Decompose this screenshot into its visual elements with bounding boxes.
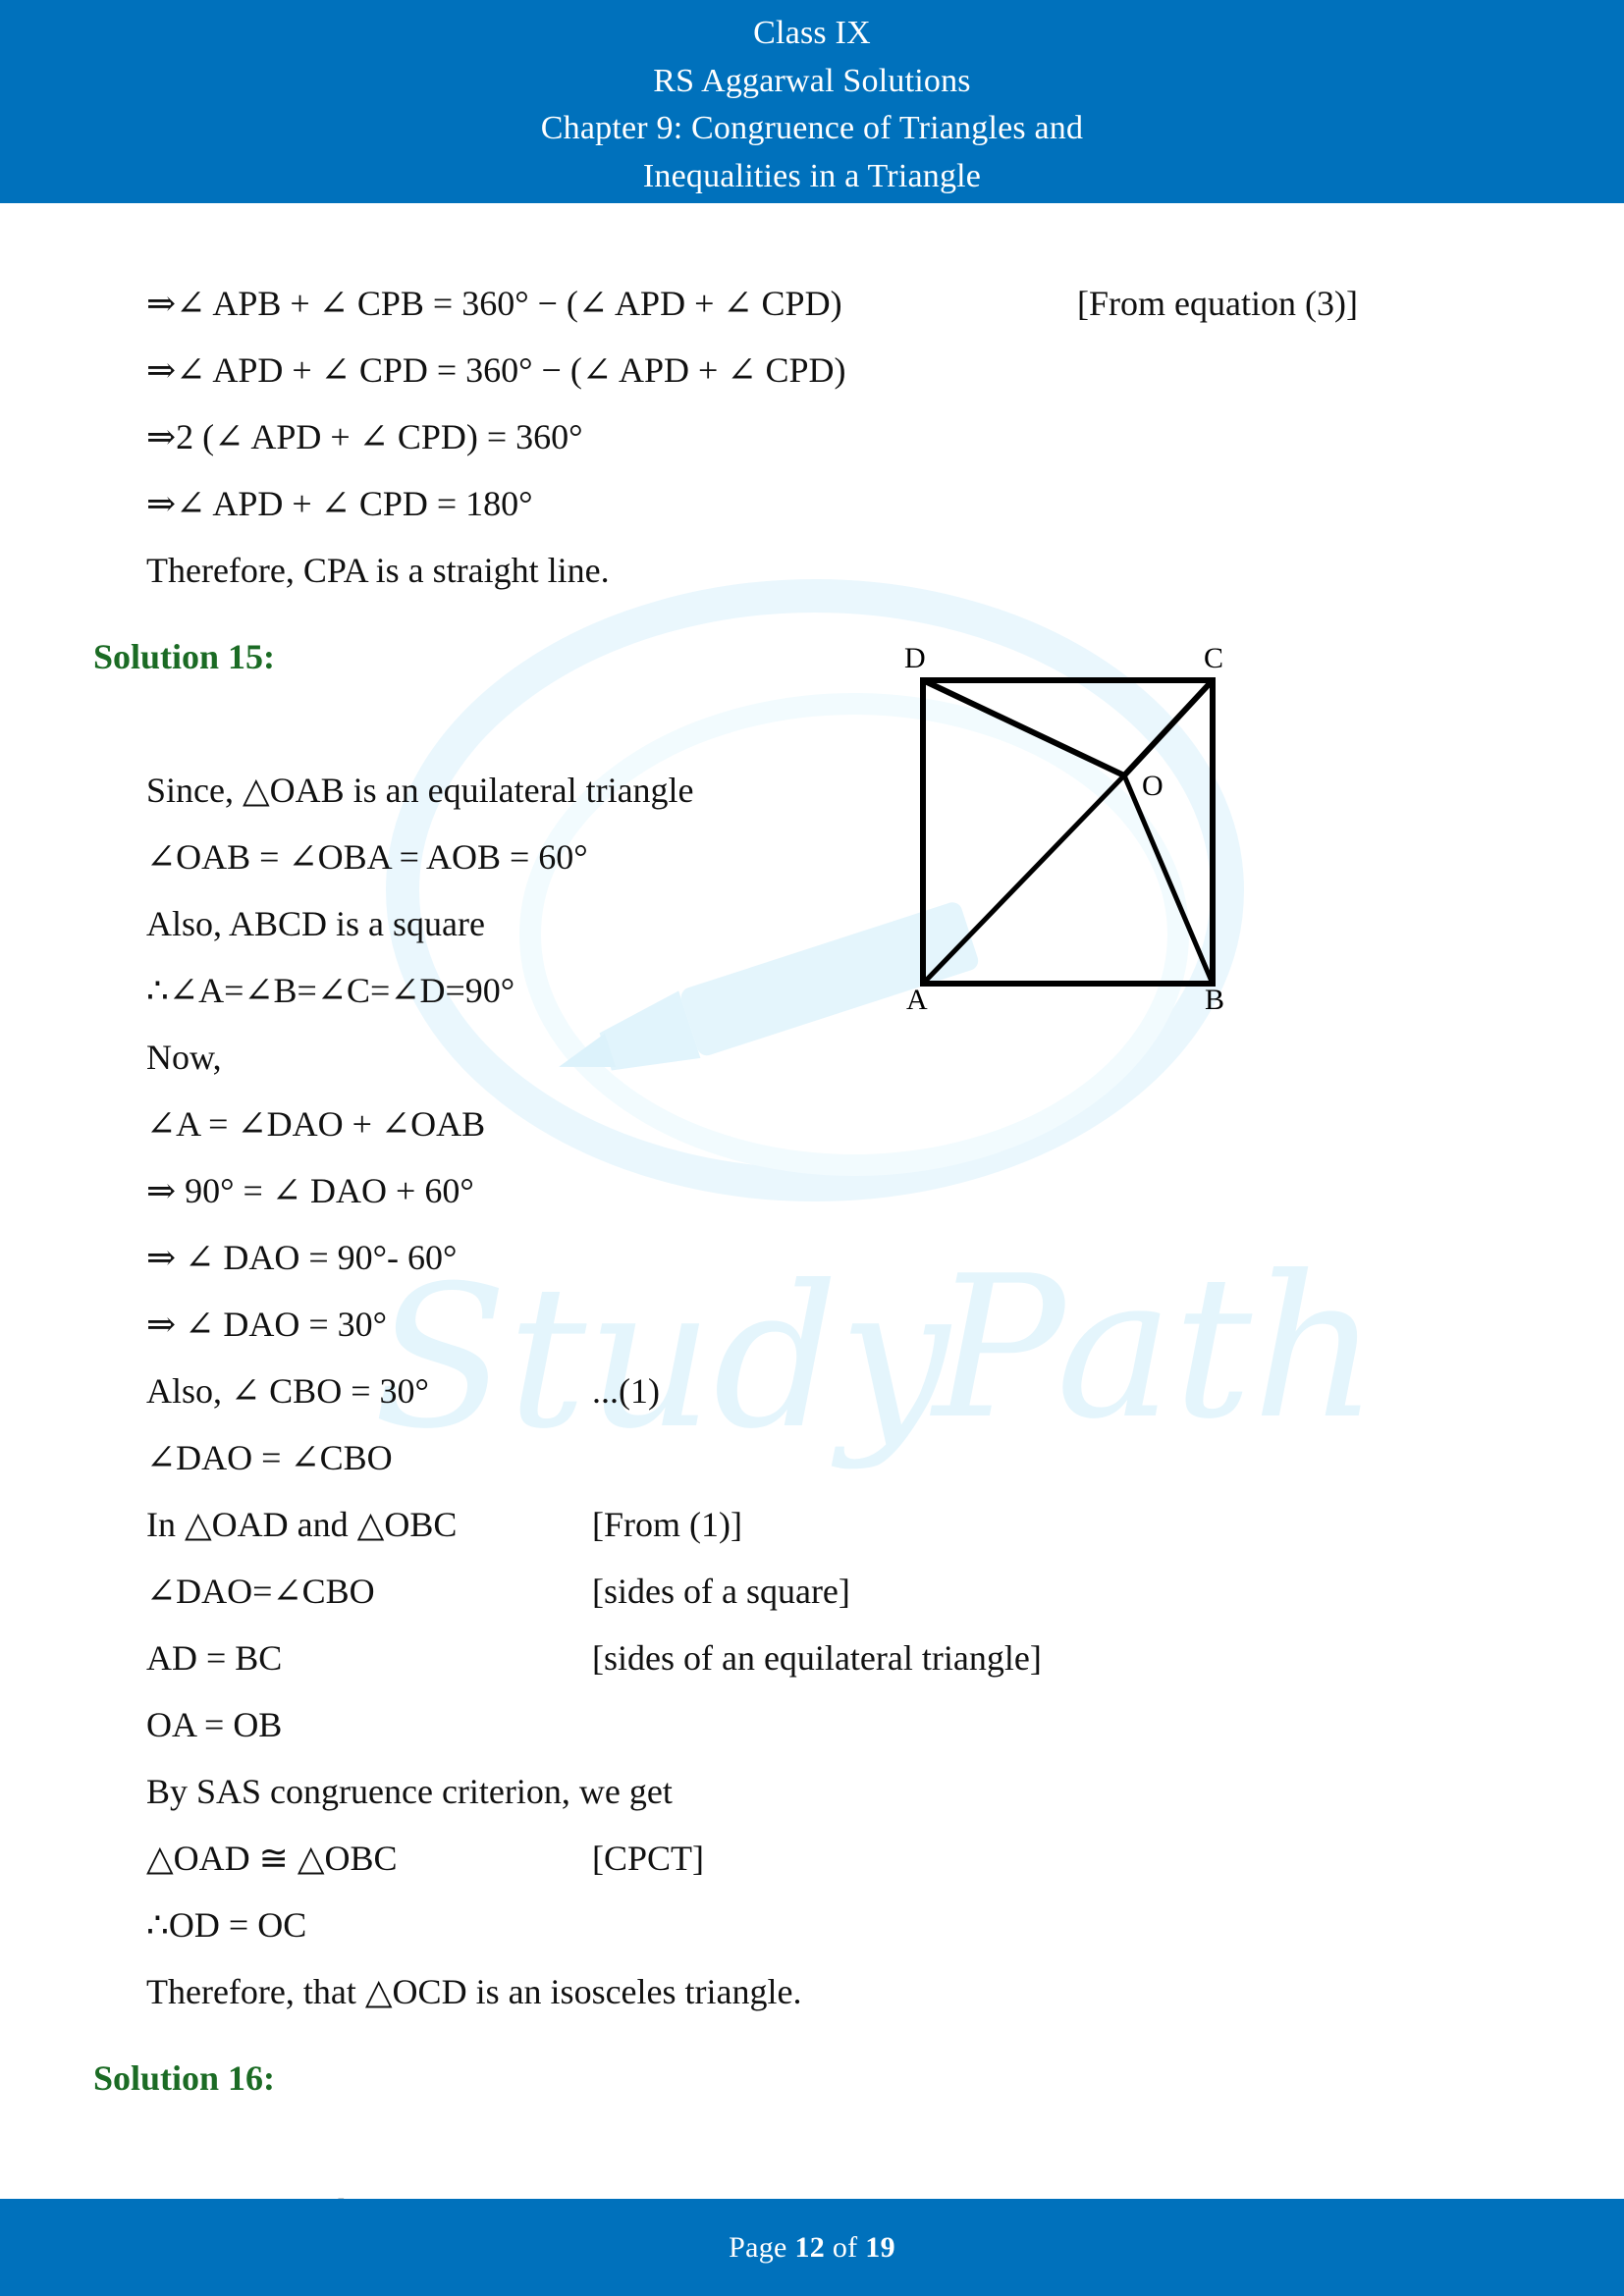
figure-label-o: O <box>1142 770 1164 802</box>
footer-current-page: 12 <box>794 2230 826 2264</box>
solution-15-line: By SAS congruence criterion, we get <box>93 1691 1531 1811</box>
footer-middle: of <box>825 2230 866 2264</box>
line-note: [From equation (3)] <box>1077 284 1358 323</box>
segment-do <box>921 677 1126 778</box>
body-line: ⇒∠ APD + ∠ CPD = 180° <box>93 403 1531 523</box>
solution-16-line: In △AXC and △AYB <box>93 2111 1531 2231</box>
geometry-figure-square-abcd: D C A B O <box>864 618 1276 1011</box>
solution-15-line: Also, ABCD is a square <box>93 824 1531 943</box>
figure-label-a: A <box>906 984 928 1011</box>
line-note: [sides of an equilateral triangle] <box>592 1638 1042 1678</box>
page-number-text: Page 12 of 19 <box>729 2231 895 2265</box>
document-page: Class IX RS Aggarwal Solutions Chapter 9… <box>0 0 1624 2296</box>
body-line: ⇒∠ APD + ∠ CPD = 360° − (∠ APD + ∠ CPD) … <box>93 270 1531 390</box>
solution-15-line: ⇒ ∠ DAO = 90°- 60° <box>93 1157 1531 1277</box>
solution-15-line: ⇒ 90° = ∠ DAO + 60° <box>93 1091 1531 1210</box>
solution-15-line: ∠DAO = ∠CBO ...(1) <box>93 1358 1531 1477</box>
footer-prefix: Page <box>729 2230 795 2264</box>
solution-15-line: △OAD ≅ △OBC <box>93 1758 1531 1878</box>
segment-co <box>1121 677 1216 778</box>
solution-15-line: ∠DAO=∠CBO [From (1)] <box>93 1491 1531 1611</box>
body-line: Therefore, CPA is a straight line. <box>93 470 1531 590</box>
solution-15-line: Therefore, that △OCD is an isosceles tri… <box>93 1892 1531 2011</box>
solution-15-line: ∠OAB = ∠OBA = AOB = 60° <box>93 757 1531 877</box>
solution-15-line: Since, △OAB is an equilateral triangle <box>93 690 1531 810</box>
line-note: [sides of a square] <box>592 1572 850 1611</box>
solution-15-line: AD = BC [sides of a square] <box>93 1558 1531 1678</box>
segment-bo <box>1121 774 1216 985</box>
figure-label-b: B <box>1205 984 1224 1011</box>
body-line: ⇒∠ APB + ∠ CPB = 360° − (∠ APD + ∠ CPD) <box>93 203 1531 323</box>
line-text: Therefore, CPA is a straight line. <box>146 551 610 590</box>
line-text: Therefore, that △OCD is an isosceles tri… <box>146 1972 802 2011</box>
solution-15-line: ∴OD = OC [CPCT] <box>93 1825 1531 1945</box>
header-line-book: RS Aggarwal Solutions <box>653 62 971 99</box>
solution-15-line: In △OAD and △OBC <box>93 1424 1531 1544</box>
header-line-chapter-cont: Inequalities in a Triangle <box>642 157 982 194</box>
solution-15-line: OA = OB [sides of an equilateral triangl… <box>93 1625 1531 1744</box>
solution-15-line: Now, <box>93 957 1531 1077</box>
line-note: ...(1) <box>592 1371 660 1411</box>
body-line: ⇒2 (∠ APD + ∠ CPD) = 360° <box>93 337 1531 456</box>
solution-15-line: Also, ∠ CBO = 30° <box>93 1291 1531 1411</box>
figure-label-d: D <box>904 642 926 674</box>
header-line-class: Class IX <box>753 15 871 51</box>
segment-ao <box>921 774 1126 986</box>
solution-15-line: ⇒ ∠ DAO = 30° <box>93 1224 1531 1344</box>
line-note: [CPCT] <box>592 1839 705 1878</box>
footer-total-pages: 19 <box>865 2230 895 2264</box>
line-note: [From (1)] <box>592 1505 742 1544</box>
solution-15-line: ∴∠A=∠B=∠C=∠D=90° <box>93 890 1531 1010</box>
header-line-chapter: Chapter 9: Congruence of Triangles and <box>540 110 1084 147</box>
solution-15-heading: Solution 15: <box>93 637 276 676</box>
page-footer: Page 12 of 19 <box>0 2199 1624 2296</box>
figure-label-c: C <box>1204 642 1223 674</box>
page-content: ⇒∠ APB + ∠ CPB = 360° − (∠ APD + ∠ CPD) … <box>0 203 1624 2231</box>
solution-15-line: ∠A = ∠DAO + ∠OAB <box>93 1024 1531 1144</box>
page-header: Class IX RS Aggarwal Solutions Chapter 9… <box>0 0 1624 203</box>
solution-16-heading: Solution 16: <box>93 2058 276 2098</box>
